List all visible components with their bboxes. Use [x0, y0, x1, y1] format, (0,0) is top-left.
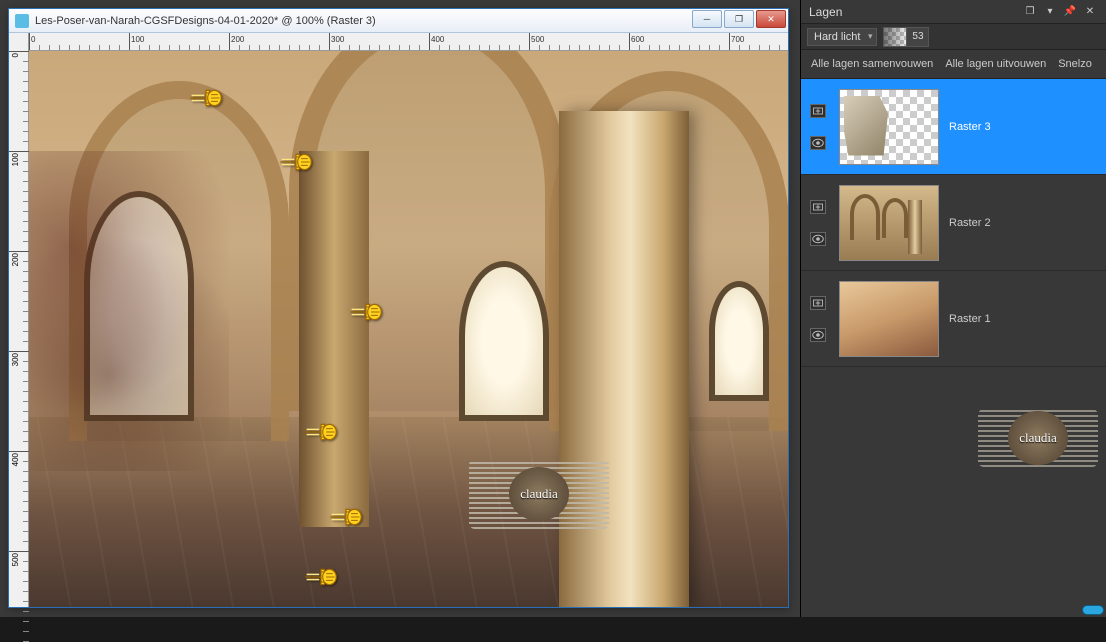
quick-search-button[interactable]: Snelzo	[1058, 58, 1092, 70]
layer-visibility-toggle[interactable]	[810, 136, 826, 150]
scene-foliage	[29, 151, 229, 471]
layer-row[interactable]: Raster 3	[801, 79, 1106, 175]
layers-actions: Alle lagen samenvouwen Alle lagen uitvou…	[801, 50, 1106, 79]
layer-visibility-toggle[interactable]	[810, 232, 826, 246]
layer-thumbnail[interactable]	[839, 185, 939, 261]
collapse-all-button[interactable]: Alle lagen samenvouwen	[811, 58, 933, 70]
resize-grip[interactable]	[1082, 605, 1104, 615]
layers-panel: Lagen ❐ ▾ 📌 ✕ Hard licht 53 Alle lagen s…	[800, 0, 1106, 617]
layer-name[interactable]: Raster 1	[949, 313, 991, 325]
canvas[interactable]: claudia	[29, 51, 788, 607]
window-title: Les-Poser-van-Narah-CGSFDesigns-04-01-20…	[35, 15, 692, 27]
close-button[interactable]: ✕	[756, 10, 786, 28]
layer-expand-toggle[interactable]	[810, 200, 826, 214]
pointer-hand-icon	[329, 506, 363, 528]
ruler-horizontal[interactable]: 0100200300400500600700	[29, 33, 788, 51]
layer-toggles	[807, 104, 829, 150]
opacity-preview	[884, 28, 906, 46]
opacity-value[interactable]: 53	[906, 28, 928, 46]
panel-undock-icon[interactable]: ❐	[1022, 4, 1038, 20]
scene-pillar	[299, 151, 369, 527]
blend-mode-select[interactable]: Hard licht	[807, 28, 877, 46]
scene-window	[459, 261, 549, 421]
panel-close-icon[interactable]: ✕	[1082, 4, 1098, 20]
pointer-hand-icon	[349, 301, 383, 323]
layer-visibility-toggle[interactable]	[810, 328, 826, 342]
watermark-text: claudia	[520, 486, 558, 502]
layer-row[interactable]: Raster 1	[801, 271, 1106, 367]
layers-panel-title: Lagen	[809, 5, 1018, 19]
app-icon	[15, 14, 29, 28]
titlebar[interactable]: Les-Poser-van-Narah-CGSFDesigns-04-01-20…	[9, 9, 788, 33]
opacity-control[interactable]: 53	[883, 27, 929, 47]
maximize-button[interactable]: ❐	[724, 10, 754, 28]
layer-thumbnail[interactable]	[839, 89, 939, 165]
layer-name[interactable]: Raster 3	[949, 121, 991, 133]
window-buttons: ─ ❐ ✕	[692, 9, 788, 32]
panel-pin-icon[interactable]: 📌	[1062, 4, 1078, 20]
ruler-vertical[interactable]: 0100200300400500	[9, 33, 29, 607]
document-window: Les-Poser-van-Narah-CGSFDesigns-04-01-20…	[8, 8, 789, 608]
layer-thumbnail[interactable]	[839, 281, 939, 357]
canvas-image: claudia	[29, 51, 788, 607]
layer-toggles	[807, 200, 829, 246]
pointer-hand-icon	[189, 87, 223, 109]
minimize-button[interactable]: ─	[692, 10, 722, 28]
pointer-hand-icon	[279, 151, 313, 173]
layer-toggles	[807, 296, 829, 342]
watermark: claudia	[469, 459, 609, 529]
workspace: Les-Poser-van-Narah-CGSFDesigns-04-01-20…	[0, 0, 800, 617]
layers-panel-header[interactable]: Lagen ❐ ▾ 📌 ✕	[801, 0, 1106, 24]
layer-expand-toggle[interactable]	[810, 104, 826, 118]
panel-menu-icon[interactable]: ▾	[1042, 4, 1058, 20]
layer-name[interactable]: Raster 2	[949, 217, 991, 229]
layers-toolbar: Hard licht 53	[801, 24, 1106, 50]
layer-expand-toggle[interactable]	[810, 296, 826, 310]
layers-list: Raster 3 Raster 2 Raster 1	[801, 79, 1106, 367]
pointer-hand-icon	[304, 566, 338, 588]
watermark-badge: claudia	[509, 467, 569, 521]
pointer-hand-icon	[304, 421, 338, 443]
scene-pillar	[559, 111, 689, 607]
expand-all-button[interactable]: Alle lagen uitvouwen	[945, 58, 1046, 70]
scene-window	[709, 281, 769, 401]
logo-stamp: claudia	[978, 409, 1098, 467]
layer-row[interactable]: Raster 2	[801, 175, 1106, 271]
